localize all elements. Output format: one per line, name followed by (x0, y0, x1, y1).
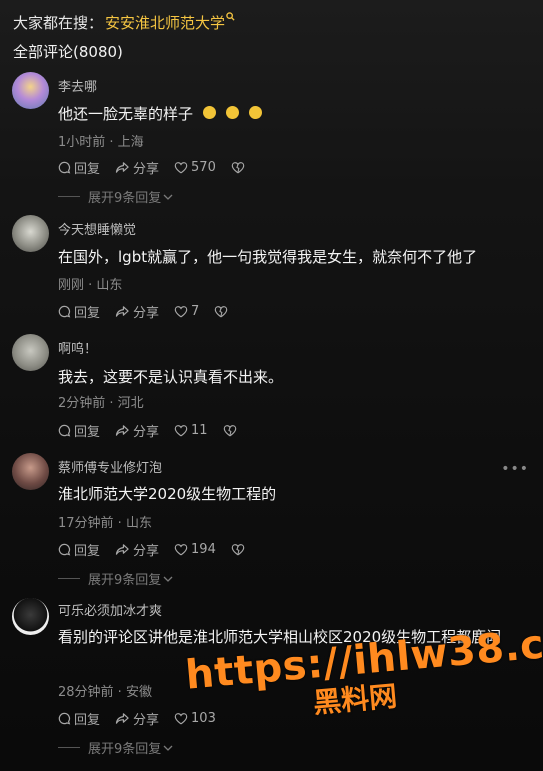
heart-icon (174, 425, 188, 437)
comment-actions: 回复 分享 570 (58, 158, 263, 177)
like-button[interactable]: 7 (174, 304, 199, 319)
reply-button[interactable]: 回复 (58, 158, 100, 177)
expand-replies[interactable]: 展开9条回复 (58, 569, 173, 588)
reply-button[interactable]: 回复 (58, 302, 100, 321)
comment-text-content: 他还一脸无辜的样子 (58, 105, 194, 123)
share-label: 分享 (133, 713, 160, 728)
dislike-button[interactable] (223, 424, 240, 437)
expand-label: 展开9条回复 (88, 742, 162, 757)
reply-button[interactable]: 回复 (58, 540, 100, 559)
avatar[interactable] (12, 334, 49, 371)
like-count: 7 (191, 304, 200, 319)
heart-icon (174, 162, 188, 174)
expand-replies[interactable]: 展开9条回复 (58, 187, 173, 206)
divider (58, 747, 80, 748)
comment-author[interactable]: 今天想睡懒觉 (58, 219, 136, 238)
avatar[interactable] (12, 453, 49, 490)
share-button[interactable]: 分享 (115, 709, 159, 728)
hot-search-keyword[interactable]: 安安淮北师范大学 (105, 12, 225, 33)
comment-author[interactable]: 可乐必须加冰才爽 (58, 600, 162, 619)
expand-label: 展开9条回复 (88, 573, 162, 588)
share-label: 分享 (133, 306, 160, 321)
search-icon (226, 11, 235, 24)
watermark: https://ihlw38.com 黑料网 (184, 615, 543, 719)
comment-text: 在国外，lgbt就赢了，他一句我觉得我是女生，就奈何不了他了 (58, 248, 478, 266)
share-icon (115, 306, 129, 317)
share-label: 分享 (133, 425, 160, 440)
reply-icon (58, 305, 71, 318)
comment-text: 淮北师范大学2020级生物工程的 (58, 485, 277, 503)
like-count: 11 (191, 423, 208, 438)
comment-meta: 28分钟前 · 安徽 (58, 685, 152, 700)
like-count: 194 (191, 542, 216, 557)
comment-meta: 17分钟前 · 山东 (58, 516, 152, 531)
share-label: 分享 (133, 544, 160, 559)
comment-author[interactable]: 李去哪 (58, 76, 97, 95)
chevron-down-icon (163, 194, 173, 200)
broken-heart-icon (231, 544, 245, 556)
reply-icon (58, 543, 71, 556)
divider (58, 578, 80, 579)
dislike-button[interactable] (231, 161, 248, 174)
hot-search-prefix: 大家都在搜： (13, 14, 104, 32)
like-button[interactable]: 194 (174, 542, 216, 557)
share-icon (115, 713, 129, 724)
reply-icon (58, 712, 71, 725)
chevron-down-icon (163, 745, 173, 751)
expand-replies[interactable]: 展开9条回复 (58, 738, 173, 757)
like-button[interactable]: 11 (174, 423, 208, 438)
share-label: 分享 (133, 162, 160, 177)
chevron-down-icon (163, 576, 173, 582)
share-button[interactable]: 分享 (115, 421, 159, 440)
broken-heart-icon (231, 162, 245, 174)
share-icon (115, 544, 129, 555)
reply-label: 回复 (74, 162, 101, 177)
dislike-button[interactable] (214, 305, 231, 318)
comment-author[interactable]: 蔡师傅专业修灯泡 (58, 457, 162, 476)
avatar[interactable] (12, 598, 49, 635)
heart-icon (174, 306, 188, 318)
comment-actions: 回复 分享 7 (58, 302, 246, 321)
comment-meta: 刚刚 · 山东 (58, 278, 123, 293)
reply-label: 回复 (74, 306, 101, 321)
emoji-icon (203, 106, 217, 119)
reply-icon (58, 424, 71, 437)
broken-heart-icon (215, 306, 228, 318)
comment-meta: 1小时前 · 上海 (58, 135, 144, 150)
reply-icon (58, 161, 71, 174)
reply-button[interactable]: 回复 (58, 421, 100, 440)
emoji-icon (226, 106, 240, 119)
comment-actions: 回复 分享 11 (58, 421, 255, 440)
comments-count: 全部评论(8080) (13, 43, 123, 61)
reply-label: 回复 (74, 425, 101, 440)
avatar[interactable] (12, 72, 49, 109)
comment-actions: 回复 分享 194 (58, 540, 263, 559)
share-button[interactable]: 分享 (115, 158, 159, 177)
hot-search-bar[interactable]: 大家都在搜： 安安淮北师范大学 (13, 11, 235, 33)
comment-meta: 2分钟前 · 河北 (58, 396, 144, 411)
dislike-button[interactable] (231, 543, 248, 556)
share-icon (115, 425, 129, 436)
like-count: 570 (191, 160, 216, 175)
reply-label: 回复 (74, 713, 101, 728)
avatar[interactable] (12, 215, 49, 252)
comment-author[interactable]: 啊呜！ (58, 338, 97, 357)
reply-button[interactable]: 回复 (58, 709, 100, 728)
broken-heart-icon (223, 425, 236, 437)
comment-text: 我去，这要不是认识真看不出来。 (58, 368, 284, 386)
emoji-icon (249, 106, 263, 119)
more-options-icon[interactable]: ••• (501, 461, 529, 477)
reply-label: 回复 (74, 544, 101, 559)
share-button[interactable]: 分享 (115, 540, 159, 559)
share-icon (115, 162, 129, 173)
divider (58, 196, 80, 197)
comment-text: 他还一脸无辜的样子 (58, 101, 525, 127)
expand-label: 展开9条回复 (88, 191, 162, 206)
heart-icon (174, 544, 188, 556)
share-button[interactable]: 分享 (115, 302, 159, 321)
like-button[interactable]: 570 (174, 160, 216, 175)
